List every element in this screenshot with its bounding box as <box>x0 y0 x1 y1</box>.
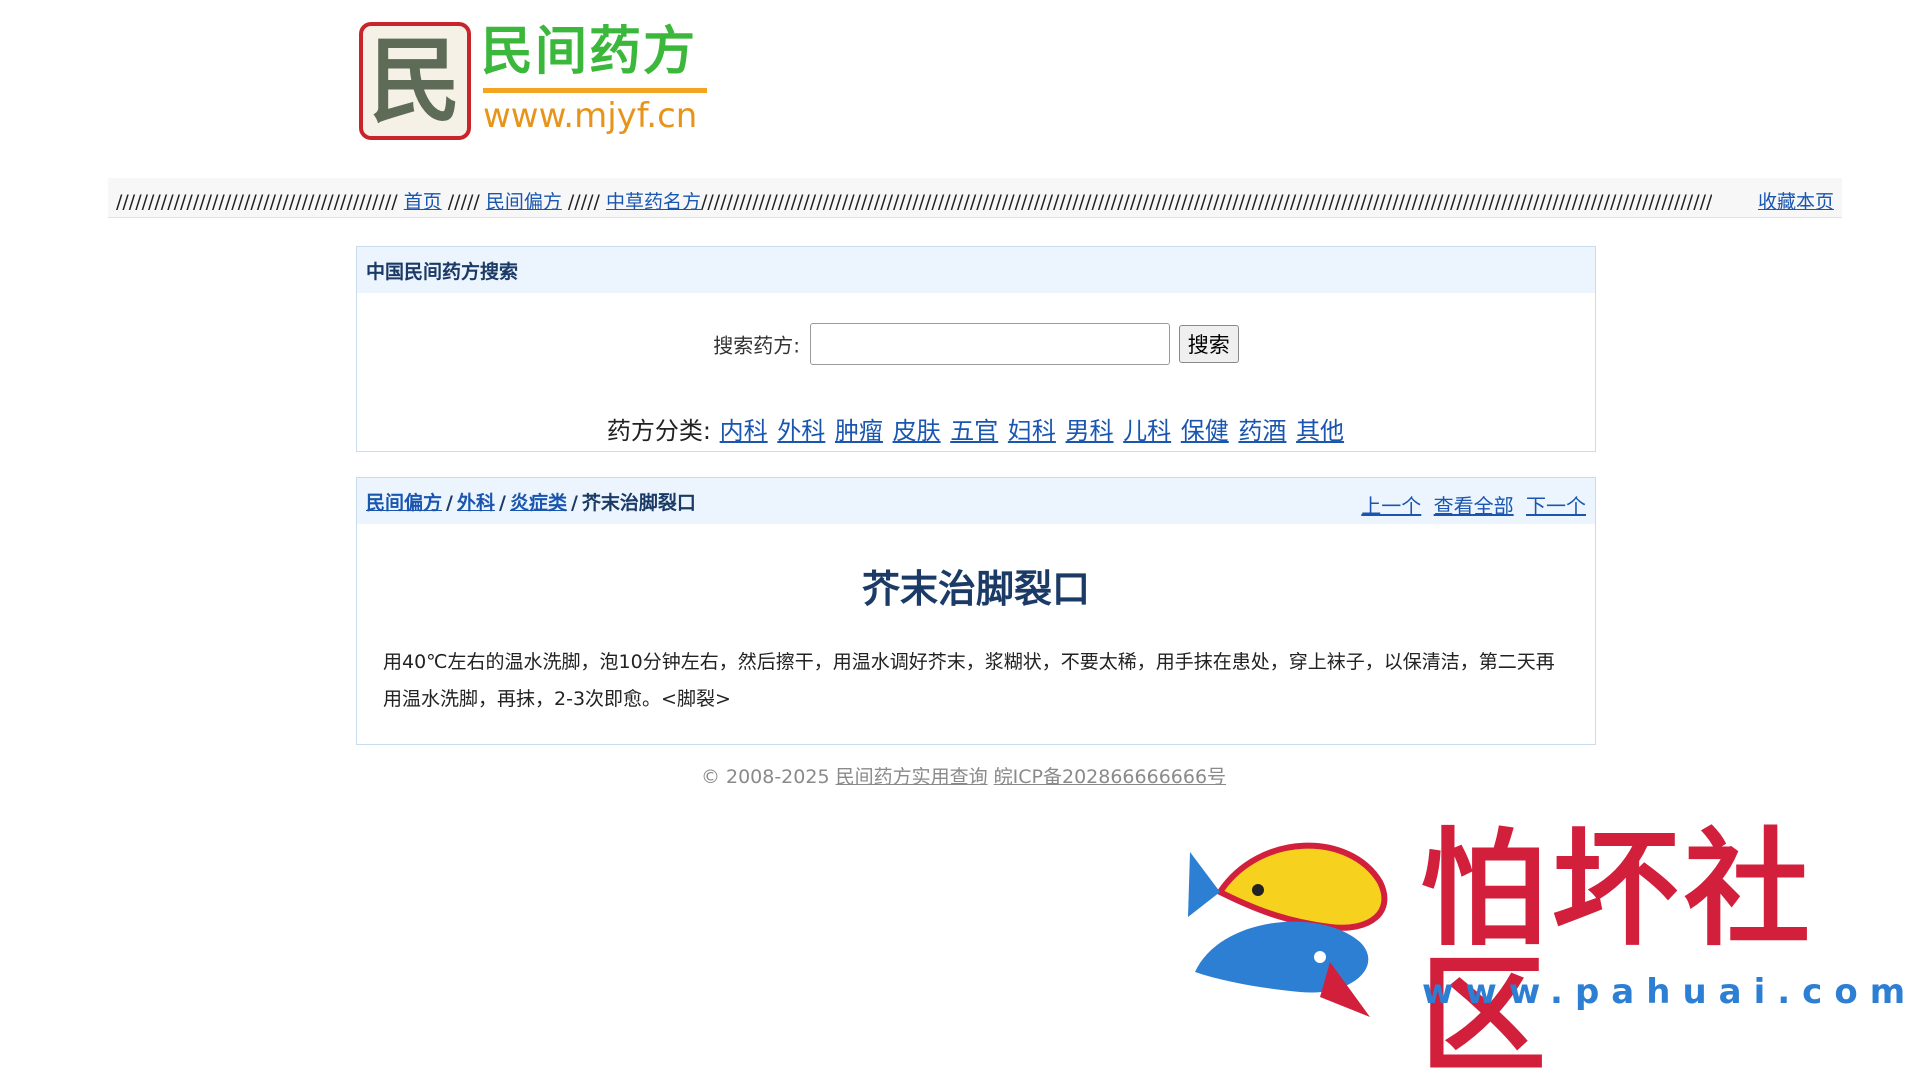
search-button[interactable]: 搜索 <box>1178 325 1239 363</box>
logo-emblem: 民 <box>359 22 471 140</box>
breadcrumb-folk-link[interactable]: 民间偏方 <box>366 492 442 514</box>
fish-logo-icon <box>1188 842 1388 1017</box>
category-link-andrology[interactable]: 男科 <box>1066 417 1114 445</box>
footer-site-link[interactable]: 民间药方实用查询 <box>836 766 988 788</box>
logo-char: 民 <box>368 27 461 135</box>
category-link-medicinal-wine[interactable]: 药酒 <box>1238 417 1286 445</box>
nav-home-link[interactable]: 首页 <box>404 191 442 213</box>
nav-divider: ///// <box>567 191 600 213</box>
article-panel-heading: 民间偏方 / 外科 / 炎症类 / 芥末治脚裂口 上一个 查看全部 下一个 <box>357 478 1595 524</box>
category-link-pediatrics[interactable]: 儿科 <box>1123 417 1171 445</box>
breadcrumb-separator: / <box>446 491 453 514</box>
search-input[interactable] <box>810 323 1171 365</box>
category-label: 药方分类: <box>606 417 712 445</box>
breadcrumb-separator: / <box>498 491 506 514</box>
article-title: 芥末治脚裂口 <box>861 567 1090 611</box>
category-link-other[interactable]: 其他 <box>1296 417 1344 445</box>
nav-links: ////////////////////////////////////////… <box>116 187 1712 214</box>
breadcrumb-surgery-link[interactable]: 外科 <box>457 492 495 514</box>
nav-divider: ////////////////////////////////////////… <box>116 191 398 213</box>
article-body: 用40℃左右的温水洗脚，泡10分钟左右，然后擦干，用温水调好芥末，浆糊状，不要太… <box>383 651 1555 710</box>
logo-name: 民间药方 <box>481 22 698 82</box>
search-heading-text: 中国民间药方搜索 <box>366 260 519 283</box>
nav-bookmark: 收藏本页 <box>1758 187 1834 214</box>
copyright-text: © 2008-2025 <box>700 766 830 788</box>
search-panel-heading: 中国民间药方搜索 <box>357 247 1595 293</box>
breadcrumb-current: 芥末治脚裂口 <box>581 491 696 514</box>
search-form: 搜索药方: 搜索 <box>357 323 1595 365</box>
article-panel: 民间偏方 / 外科 / 炎症类 / 芥末治脚裂口 上一个 查看全部 下一个 芥末治脚裂口 用… <box>356 477 1596 745</box>
category-link-gynecology[interactable]: 妇科 <box>1008 417 1056 445</box>
category-link-skin[interactable]: 皮肤 <box>893 417 941 445</box>
bookmark-link[interactable]: 收藏本页 <box>1758 191 1834 213</box>
breadcrumb: 民间偏方 / 外科 / 炎症类 / 芥末治脚裂口 <box>366 488 696 515</box>
breadcrumb-inflammation-link[interactable]: 炎症类 <box>510 492 567 514</box>
nav-divider: ///// <box>447 191 480 213</box>
watermark-url: www.pahuai.com <box>1422 972 1918 1012</box>
article-pager: 上一个 查看全部 下一个 <box>1355 490 1586 519</box>
category-links: 药方分类: 内科 外科 肿瘤 皮肤 五官 妇科 男科 儿科 保健 药酒 其他 <box>357 411 1595 446</box>
logo-url: www.mjyf.cn <box>483 96 698 136</box>
view-all-link[interactable]: 查看全部 <box>1434 494 1514 518</box>
prev-article-link[interactable]: 上一个 <box>1361 494 1421 518</box>
site-logo: 民 民间药方 www.mjyf.cn <box>359 20 719 146</box>
top-nav: ////////////////////////////////////////… <box>108 178 1842 218</box>
category-link-health[interactable]: 保健 <box>1181 417 1229 445</box>
search-panel: 中国民间药方搜索 搜索药方: 搜索 药方分类: 内科 外科 肿瘤 皮肤 五官 妇… <box>356 246 1596 452</box>
footer-icp-link[interactable]: 皖ICP备202866666666号 <box>994 766 1226 788</box>
category-link-surgery[interactable]: 外科 <box>777 417 825 445</box>
search-label: 搜索药方: <box>713 333 801 358</box>
page-footer: © 2008-2025 民间药方实用查询 皖ICP备202866666666号 <box>0 762 1927 789</box>
logo-rule <box>483 88 707 93</box>
category-link-tumor[interactable]: 肿瘤 <box>835 417 883 445</box>
next-article-link[interactable]: 下一个 <box>1526 494 1586 518</box>
nav-herbal-link[interactable]: 中草药名方 <box>606 191 701 213</box>
watermark-title: 怕坏社区 <box>1420 815 1816 1089</box>
nav-divider: ////////////////////////////////////////… <box>700 191 1712 213</box>
category-link-ent[interactable]: 五官 <box>950 417 998 445</box>
nav-folk-link[interactable]: 民间偏方 <box>486 191 562 213</box>
watermark: 怕坏社区 www.pahuai.com <box>1180 822 1920 1078</box>
breadcrumb-separator: / <box>570 491 578 514</box>
category-link-internal[interactable]: 内科 <box>720 417 768 445</box>
